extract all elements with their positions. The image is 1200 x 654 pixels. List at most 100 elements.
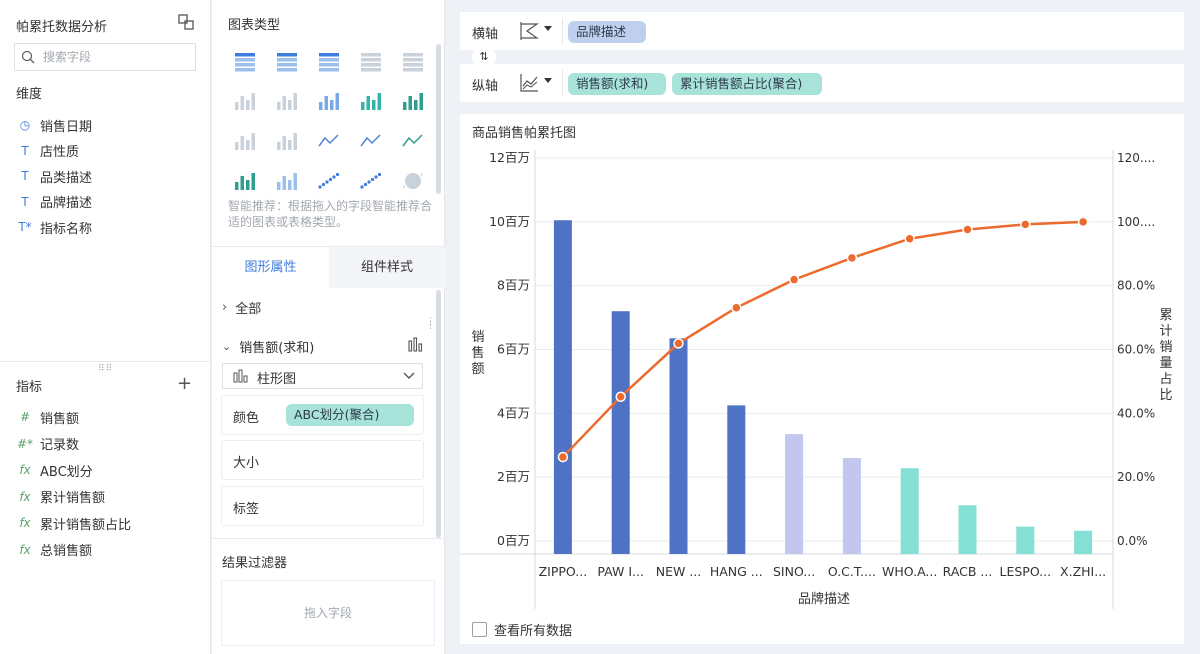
size-label: 大小: [233, 456, 260, 471]
color-property-card[interactable]: 颜色 ABC划分(聚合): [222, 396, 423, 434]
line-point: [846, 252, 858, 264]
tab-graphic-properties[interactable]: 图形属性: [212, 247, 329, 288]
chart-type-icon[interactable]: [232, 170, 258, 192]
x-axis-field-pill[interactable]: 品牌描述: [568, 21, 646, 43]
y-axis-field-pill-sales[interactable]: 销售额(求和): [568, 73, 666, 95]
metric-item[interactable]: # 销售额: [16, 407, 79, 427]
chart-type-icon[interactable]: [316, 170, 342, 192]
chart-type-icon[interactable]: [274, 130, 300, 152]
x-tick-label: X.ZHI...: [1060, 564, 1106, 579]
chart-type-icon[interactable]: [358, 50, 384, 72]
switch-dataset-icon[interactable]: [178, 14, 194, 30]
y2-tick-label: 0.0%: [1117, 534, 1148, 548]
bar-chart-toggle-icon[interactable]: [407, 337, 423, 353]
y-axis-caret-icon[interactable]: [544, 78, 552, 83]
metric-item[interactable]: fx 总销售额: [16, 540, 92, 560]
x-tick-label: WHO.A...: [882, 564, 937, 579]
metric-item[interactable]: fx 累计销售额占比: [16, 513, 131, 533]
chart-type-icon[interactable]: [274, 170, 300, 192]
chart-type-icon[interactable]: [274, 90, 300, 112]
y-tick-label: 6百万: [497, 342, 530, 357]
y-tick-label: 12百万: [489, 150, 530, 165]
chart-type-icon[interactable]: [274, 50, 300, 72]
chart-type-icon[interactable]: [232, 90, 258, 112]
size-property-card[interactable]: 大小: [222, 441, 423, 479]
show-all-data-row[interactable]: 查看所有数据: [472, 620, 572, 639]
panel-grip-icon[interactable]: ⋮ ⋮: [426, 318, 435, 331]
tab-component-style[interactable]: 组件样式: [329, 247, 445, 288]
dimension-label: 品牌描述: [40, 196, 93, 211]
result-filter-section: 结果过滤器 拖入字段: [212, 538, 445, 654]
bar: [900, 468, 919, 554]
axis-separator: [562, 70, 563, 96]
resize-handle-icon[interactable]: ⠿⠿: [98, 364, 113, 374]
chart-type-icon[interactable]: [232, 130, 258, 152]
chart-type-icon[interactable]: [400, 170, 426, 192]
line-point: [904, 233, 915, 244]
dimension-item[interactable]: T* 指标名称: [16, 217, 92, 237]
dimension-label: 店性质: [40, 145, 80, 160]
panel-divider[interactable]: [0, 361, 211, 362]
metric-item[interactable]: fx ABC划分: [16, 460, 92, 480]
y2-axis-title: 累计销量占比: [1159, 308, 1173, 403]
field-search[interactable]: [14, 43, 196, 71]
dimension-item[interactable]: T 品类描述: [16, 166, 92, 186]
line-point: [1020, 219, 1031, 230]
chevron-down-icon: ⌄: [222, 340, 232, 353]
chart-type-icon[interactable]: [316, 130, 342, 152]
chart-type-icon[interactable]: [316, 50, 342, 72]
dimension-item[interactable]: T 店性质: [16, 141, 79, 161]
fx-icon: fx: [19, 542, 31, 557]
bar: [611, 311, 630, 554]
label-property-card[interactable]: 标签: [222, 487, 423, 525]
metric-item[interactable]: fx 累计销售额: [16, 487, 105, 507]
metric-label: 总销售额: [40, 544, 93, 559]
y-axis-field-pill-ratio[interactable]: 累计销售额占比(聚合): [672, 73, 822, 95]
chart-type-icon[interactable]: [358, 130, 384, 152]
chart-kind-value: 柱形图: [257, 372, 297, 387]
y2-tick-label: 60.0%: [1117, 343, 1155, 357]
chart-type-icon[interactable]: [232, 50, 258, 72]
chart-type-icon[interactable]: [400, 90, 426, 112]
hash-icon: #: [19, 410, 31, 424]
line-point: [962, 224, 973, 235]
properties-scrollbar[interactable]: [436, 290, 441, 538]
chart-type-icon[interactable]: [400, 50, 426, 72]
chart-types-scrollbar[interactable]: [436, 44, 441, 194]
bar: [1074, 530, 1093, 554]
axis-type-icon[interactable]: [518, 20, 540, 42]
y2-tick-label: 20.0%: [1117, 470, 1155, 484]
show-all-checkbox[interactable]: [472, 622, 487, 637]
chart-type-icon[interactable]: [358, 170, 384, 192]
x-tick-label: HANG ...: [710, 564, 763, 579]
axis-type-icon[interactable]: [518, 72, 540, 94]
chart-kind-select[interactable]: 柱形图: [222, 363, 423, 389]
y-tick-label: 2百万: [497, 469, 530, 484]
metric-label: 销售额: [40, 411, 80, 427]
y-axis-label: 纵轴: [472, 79, 499, 94]
dimension-label: 品类描述: [40, 170, 93, 186]
y-axis-shelf: 纵轴 销售额(求和) 累计销售额占比(聚合): [460, 64, 1184, 102]
measure-properties-row[interactable]: ⌄ 销售额(求和): [222, 337, 314, 356]
color-label: 颜色: [233, 411, 260, 426]
chart-type-icon[interactable]: [316, 90, 342, 112]
bar: [669, 338, 688, 554]
chart-type-icon[interactable]: [400, 130, 426, 152]
y2-tick-label: 100....: [1117, 215, 1155, 229]
add-metric-button[interactable]: +: [177, 373, 192, 394]
metric-item[interactable]: #* 记录数: [16, 434, 79, 454]
dimension-item[interactable]: T 品牌描述: [16, 192, 92, 212]
dimension-label: 指标名称: [40, 221, 93, 237]
color-field-pill[interactable]: ABC划分(聚合): [286, 404, 414, 426]
chevron-right-icon: ›: [222, 300, 228, 315]
x-axis-title: 品牌描述: [798, 591, 850, 607]
x-tick-label: NEW ...: [656, 564, 702, 579]
dimension-item[interactable]: ◷ 销售日期: [16, 115, 92, 135]
x-axis-caret-icon[interactable]: [544, 26, 552, 31]
y2-tick-label: 80.0%: [1117, 279, 1155, 293]
all-properties-row[interactable]: › 全部: [222, 298, 261, 317]
line-point: [731, 302, 742, 313]
search-input[interactable]: [43, 47, 191, 67]
chart-type-icon[interactable]: [358, 90, 384, 112]
filter-drop-zone[interactable]: 拖入字段: [222, 581, 434, 645]
